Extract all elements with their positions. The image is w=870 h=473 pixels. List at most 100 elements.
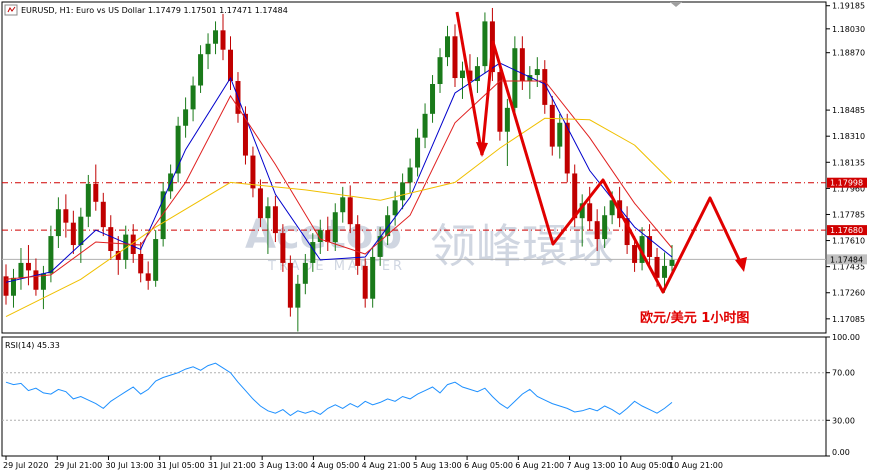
candle-body — [48, 236, 54, 274]
time-tick-label: 3 Aug 13:00 — [259, 461, 308, 470]
candle-body — [325, 230, 331, 243]
candle-body — [519, 48, 525, 82]
time-tick-label: 4 Aug 05:00 — [310, 461, 359, 470]
time-tick-label: 7 Aug 13:00 — [567, 461, 616, 470]
candle-body — [63, 209, 69, 223]
watermark: Acetop 领峰環球 TRADE MARTER — [245, 212, 614, 274]
candle-body — [459, 70, 465, 79]
candle-body — [445, 36, 451, 58]
candle-body — [422, 113, 428, 138]
candle-body — [669, 259, 675, 266]
candle-body — [549, 104, 555, 147]
symbol-header: EURUSD, H1: Euro vs US Dollar 1.17479 1.… — [21, 6, 288, 15]
chart-annotation: 欧元/美元 1小时图 — [640, 310, 749, 326]
candle-body — [452, 36, 458, 79]
candle-body — [25, 262, 31, 271]
candle-body — [33, 270, 39, 290]
candle-body — [512, 48, 518, 108]
candle — [175, 116, 181, 183]
candle — [287, 255, 293, 317]
candle-body — [220, 30, 226, 50]
rsi-tick-label: 0.00 — [832, 448, 850, 457]
time-tick-label: 6 Aug 05:00 — [464, 461, 513, 470]
price-tick-label: 1.19185 — [832, 2, 865, 11]
candle-body — [355, 224, 361, 266]
candle-body — [265, 206, 271, 219]
watermark-cn: 领峰環球 — [430, 219, 614, 273]
candle — [549, 95, 555, 156]
time-tick-label: 31 Jul 05:00 — [157, 461, 205, 470]
candle-body — [287, 262, 293, 308]
candle-body — [198, 54, 204, 86]
rsi-tick-label: 30.00 — [832, 416, 855, 425]
candle-body — [302, 262, 308, 284]
candle-body — [437, 57, 443, 85]
watermark-sub: TRADE MARTER — [267, 259, 405, 274]
candle — [370, 248, 376, 308]
candle-body — [78, 216, 84, 246]
candle-body — [153, 239, 159, 281]
candle-body — [362, 265, 368, 299]
candle-body — [400, 182, 406, 201]
candle — [355, 215, 361, 275]
candle-body — [430, 84, 436, 114]
candle-body — [55, 209, 61, 237]
candle-body — [504, 107, 510, 132]
candle-body — [572, 173, 578, 219]
time-tick-label: 4 Aug 21:00 — [362, 461, 411, 470]
candle-body — [205, 43, 211, 55]
time-tick-label: 29 Jul 2020 — [3, 461, 48, 470]
candle — [482, 12, 488, 74]
candle-body — [93, 183, 99, 202]
candle-body — [227, 49, 233, 82]
time-tick-label: 30 Jul 13:00 — [105, 461, 153, 470]
candle-body — [332, 212, 338, 243]
current-price-label: 1.17484 — [830, 255, 863, 264]
price-tick-label: 1.17785 — [832, 210, 865, 219]
candle-body — [18, 262, 24, 278]
candle-body — [145, 273, 151, 281]
price-level-label: 1.17680 — [830, 226, 863, 235]
candle-body — [108, 227, 114, 251]
chart-header: EURUSD, H1: Euro vs US Dollar 1.17479 1.… — [4, 4, 288, 16]
candle-body — [280, 233, 286, 263]
candle-body — [407, 167, 413, 183]
price-tick-label: 1.18135 — [832, 158, 865, 167]
candle-body — [602, 215, 608, 240]
time-tick-label: 6 Aug 21:00 — [515, 461, 564, 470]
candle-body — [340, 197, 346, 213]
price-tick-label: 1.18870 — [832, 49, 865, 58]
candle-body — [557, 122, 563, 147]
candle-body — [587, 203, 593, 222]
time-tick-label: 29 Jul 21:00 — [54, 461, 102, 470]
price-tick-label: 1.18485 — [832, 106, 865, 115]
chart-window: Acetop 领峰環球 TRADE MARTER 欧元/美元 1小时图 1.19… — [0, 0, 870, 473]
candle-body — [295, 283, 301, 308]
candle-body — [594, 221, 600, 240]
rsi-tick-label: 100.00 — [832, 333, 860, 342]
candle-body — [70, 222, 76, 246]
price-tick-label: 1.17610 — [832, 237, 865, 246]
candle-body — [138, 253, 144, 274]
candle-body — [662, 265, 668, 278]
time-tick-label: 10 Aug 05:00 — [618, 461, 672, 470]
candle-body — [415, 137, 421, 168]
candle-body — [190, 85, 196, 110]
candle-body — [370, 256, 376, 299]
candle-body — [534, 69, 540, 76]
candle-body — [100, 201, 106, 228]
rsi-tick-label: 70.00 — [832, 369, 855, 378]
candle-body — [347, 197, 353, 225]
candle-body — [183, 109, 189, 126]
time-tick-label: 31 Jul 21:00 — [208, 461, 256, 470]
price-tick-label: 1.18310 — [832, 132, 865, 141]
price-tick-label: 1.18030 — [832, 25, 865, 34]
rsi-title: RSI(14) 45.33 — [5, 341, 60, 350]
candle-body — [213, 30, 219, 44]
candle-body — [310, 242, 316, 263]
candle-body — [272, 206, 278, 234]
candle-body — [85, 183, 91, 217]
price-tick-label: 1.17085 — [832, 315, 865, 324]
candle-body — [250, 155, 256, 189]
candle-body — [392, 200, 398, 216]
